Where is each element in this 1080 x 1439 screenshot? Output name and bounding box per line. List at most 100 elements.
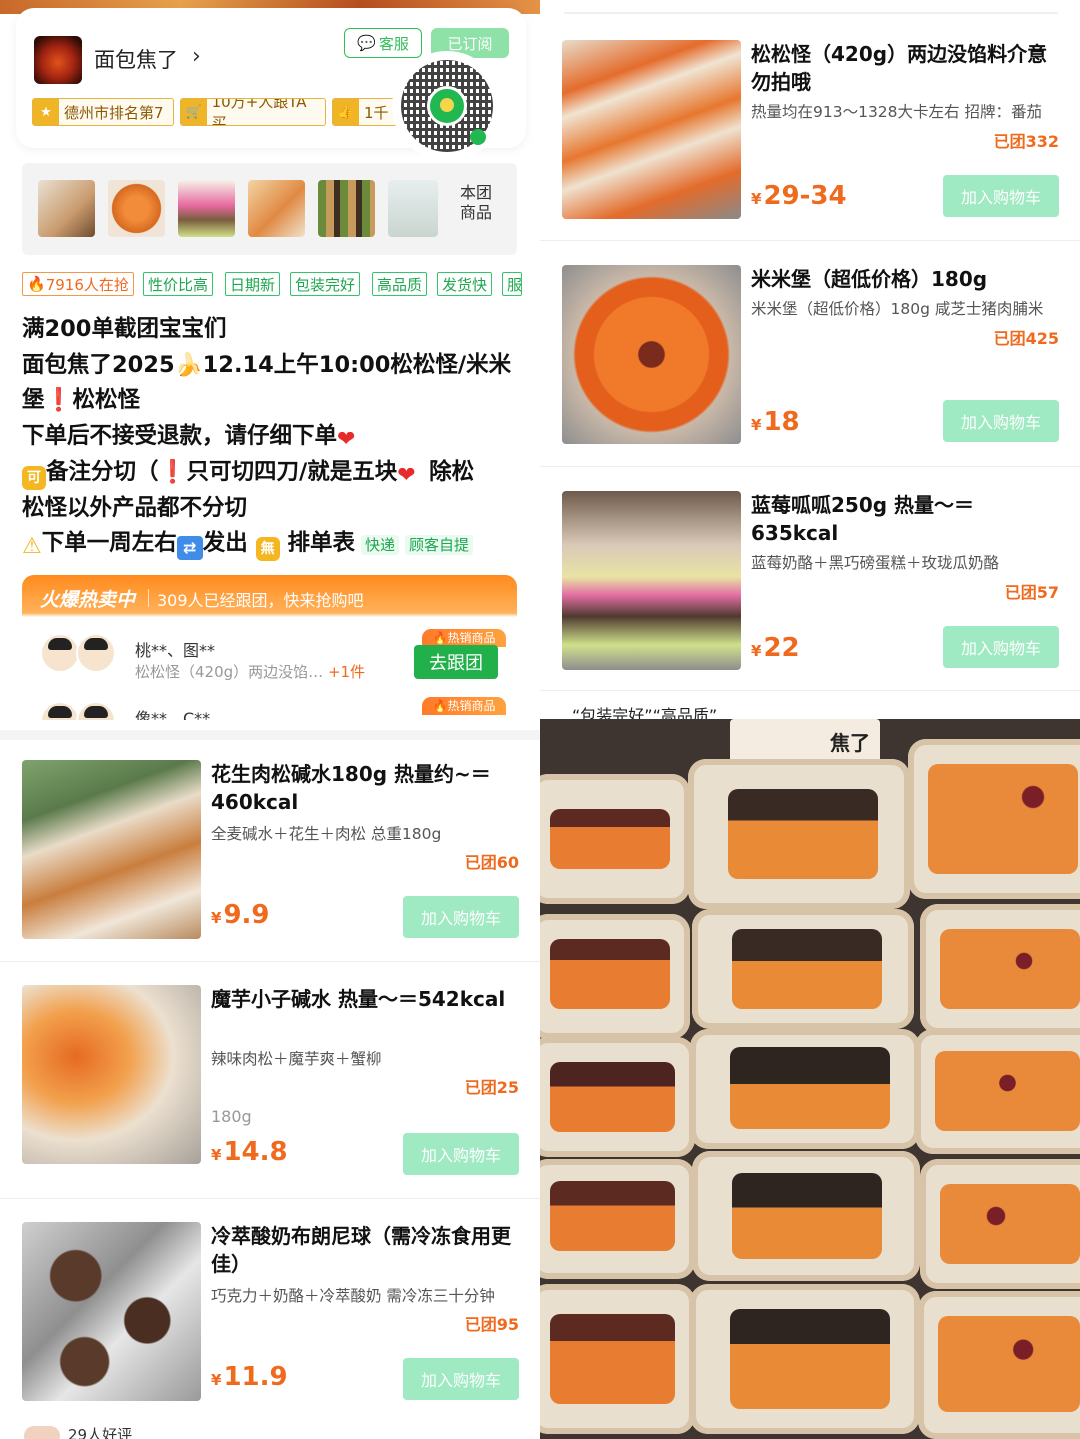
product-title[interactable]: 花生肉松碱水180g 热量约~＝460kcal: [211, 760, 521, 816]
add-to-cart-button[interactable]: 加入购物车: [943, 400, 1059, 442]
bread-slice: [690, 1029, 920, 1149]
sold-count: 已团332: [993, 132, 1059, 151]
product-title[interactable]: 蓝莓呱呱250g 热量～＝635kcal: [751, 491, 1061, 547]
post-line: ⚠下单一周左右 ⇄ 发出 無 排单表 快递 顾客自提: [22, 526, 522, 565]
warning-icon: ⚠: [22, 534, 42, 560]
product-title[interactable]: 松松怪（420g）两边没馅料介意勿拍哦: [751, 40, 1061, 96]
product-title[interactable]: 冷萃酸奶布朗尼球（需冷冻食用更佳）: [211, 1222, 521, 1278]
buyer-order-more: +1件: [327, 663, 366, 681]
tag-hot: 🔥 7916人在抢: [22, 272, 134, 296]
buyer-names: 桃**、图**: [135, 641, 216, 660]
post-line: 面包焦了2025🍌12.14上午10:00松松怪/米米: [22, 351, 512, 378]
bread-slice: [920, 904, 1080, 1034]
avatar: [40, 633, 80, 673]
product-title[interactable]: 米米堡（超低价格）180g: [751, 265, 1061, 293]
product-image[interactable]: [22, 760, 201, 939]
add-to-cart-button[interactable]: 加入购物车: [943, 626, 1059, 668]
product-image[interactable]: [562, 491, 741, 670]
reviews-count[interactable]: 29人好评: [68, 1424, 132, 1439]
heart-icon: ❤: [397, 462, 416, 488]
sold-count: 已团57: [1004, 583, 1059, 602]
goods-thumbnail[interactable]: [388, 180, 438, 237]
pickup-chip: 顾客自提: [404, 535, 473, 556]
avatar: [40, 701, 80, 720]
goods-thumbnail[interactable]: [178, 180, 235, 237]
tag-hot-label: 7916人在抢: [45, 275, 129, 294]
bread-slice: [540, 1159, 695, 1279]
goods-thumbnail[interactable]: [38, 180, 95, 237]
bread-slice: [688, 759, 910, 909]
post-line-text: 除松: [429, 458, 475, 485]
shop-name[interactable]: 面包焦了: [94, 44, 178, 74]
buyer-order-desc: 松松怪（420g）两边没馅… +1件: [135, 661, 365, 682]
join-group-button[interactable]: 去跟团: [414, 645, 498, 679]
post-line-text: 排单表: [287, 530, 355, 557]
product-image[interactable]: [562, 265, 741, 444]
buyers-badge-label: 10万+人跟TA买: [211, 98, 307, 126]
rank-badge-label: 德州市排名第7: [64, 103, 164, 122]
product-image[interactable]: [22, 1222, 201, 1401]
flame-icon: 🔥: [432, 699, 448, 713]
post-line-text: 发出: [202, 530, 248, 557]
hot-item-badge: 🔥热销商品: [422, 697, 506, 715]
product-card[interactable]: 冷萃酸奶布朗尼球（需冷冻食用更佳） 巧克力＋奶酪＋冷萃酸奶 需冷冻三十分钟 已团…: [22, 1222, 519, 1439]
product-spec: 180g: [211, 1107, 252, 1126]
wu-icon: 無: [255, 537, 280, 562]
right-screenshot: 松松怪（420g）两边没馅料介意勿拍哦 热量均在913～1328大卡左右 招牌：…: [540, 0, 1080, 1439]
tag-value: 性价比高: [143, 272, 214, 296]
product-price: ¥29-34: [751, 181, 847, 211]
shop-avatar[interactable]: [34, 36, 82, 84]
bread-slice: [540, 1284, 695, 1434]
bread-slice: [540, 1037, 695, 1157]
hot-sale-panel: 火爆热卖中 309人已经跟团，快来抢购吧 桃**、图** 松松怪（420g）两边…: [22, 575, 517, 720]
add-to-cart-button[interactable]: 加入购物车: [403, 1133, 519, 1175]
customer-service-button[interactable]: 💬 客服: [344, 28, 422, 58]
bread-slice: [690, 1284, 920, 1434]
add-to-cart-button[interactable]: 加入购物车: [943, 175, 1059, 217]
hot-item-badge-label: 热销商品: [447, 699, 496, 713]
bread-slice: [908, 739, 1080, 899]
add-to-cart-button[interactable]: 加入购物车: [403, 896, 519, 938]
hot-sale-title: 火爆热卖中: [40, 589, 136, 611]
product-card[interactable]: 魔芋小子碱水 热量～＝542kcal 辣味肉松＋魔芋爽＋蟹柳 已团25 180g…: [22, 985, 519, 1211]
product-image[interactable]: [22, 985, 201, 1164]
product-price: ¥11.9: [211, 1362, 288, 1392]
goods-thumbnail[interactable]: [108, 180, 165, 237]
thumbs-up-icon: 👍: [333, 99, 359, 125]
product-price: ¥14.8: [211, 1137, 288, 1167]
product-card[interactable]: 米米堡（超低价格）180g 米米堡（超低价格）180g 咸芝士猪肉脯米 已团42…: [562, 265, 1059, 491]
product-card[interactable]: 花生肉松碱水180g 热量约~＝460kcal 全麦碱水＋花生＋肉松 总重180…: [22, 760, 519, 986]
tag-fresh: 日期新: [225, 272, 281, 296]
tag-shipping: 发货快: [437, 272, 493, 296]
medal-icon: ★: [33, 99, 59, 125]
avatar: [76, 701, 116, 720]
group-post-text: 满200单截团宝宝们 面包焦了2025🍌12.14上午10:00松松怪/米米 堡…: [22, 312, 522, 565]
product-card[interactable]: 蓝莓呱呱250g 热量～＝635kcal 蓝莓奶酪＋黑巧磅蛋糕＋玫珑瓜奶酪 已团…: [562, 491, 1059, 717]
goods-thumbnail[interactable]: [318, 180, 375, 237]
group-goods-strip[interactable]: 本团商品: [22, 163, 517, 255]
bread-slice: [540, 914, 690, 1039]
buyer-names: 像**、C**: [135, 709, 211, 720]
goods-thumbnail[interactable]: [248, 180, 305, 237]
hot-item-badge-label: 热销商品: [447, 631, 496, 645]
product-desc: 热量均在913～1328大卡左右 招牌：番茄: [751, 103, 1042, 121]
product-desc: 巧克力＋奶酪＋冷萃酸奶 需冷冻三十分钟: [211, 1287, 495, 1305]
product-title[interactable]: 魔芋小子碱水 热量～＝542kcal: [211, 985, 521, 1013]
post-line-text: 备注分切（❗只可切四刀/就是五块: [46, 458, 398, 485]
post-line: 堡❗松松怪: [22, 387, 141, 414]
chevron-right-icon[interactable]: ›: [192, 44, 201, 69]
product-image[interactable]: [562, 40, 741, 219]
sold-count: 已团425: [993, 329, 1059, 348]
flame-icon: 🔥: [432, 631, 448, 645]
bread-slice: [692, 909, 914, 1029]
product-price: ¥9.9: [211, 900, 270, 930]
bread-slice: [692, 1151, 920, 1281]
all-goods-link[interactable]: 本团商品: [460, 183, 498, 223]
post-line: 松怪以外产品都不分切: [22, 494, 248, 521]
add-to-cart-button[interactable]: 加入购物车: [403, 1358, 519, 1400]
product-card[interactable]: 松松怪（420g）两边没馅料介意勿拍哦 热量均在913～1328大卡左右 招牌：…: [562, 40, 1059, 266]
post-line: 下单后不接受退款，请仔细下单❤: [22, 419, 522, 455]
bread-slice: [920, 1159, 1080, 1289]
left-screenshot: 面包焦了 › 💬 客服 已订阅 ★ 德州市排名第7 🛒 10万+人跟TA买 👍 …: [0, 0, 540, 1439]
product-price: ¥18: [751, 407, 800, 437]
